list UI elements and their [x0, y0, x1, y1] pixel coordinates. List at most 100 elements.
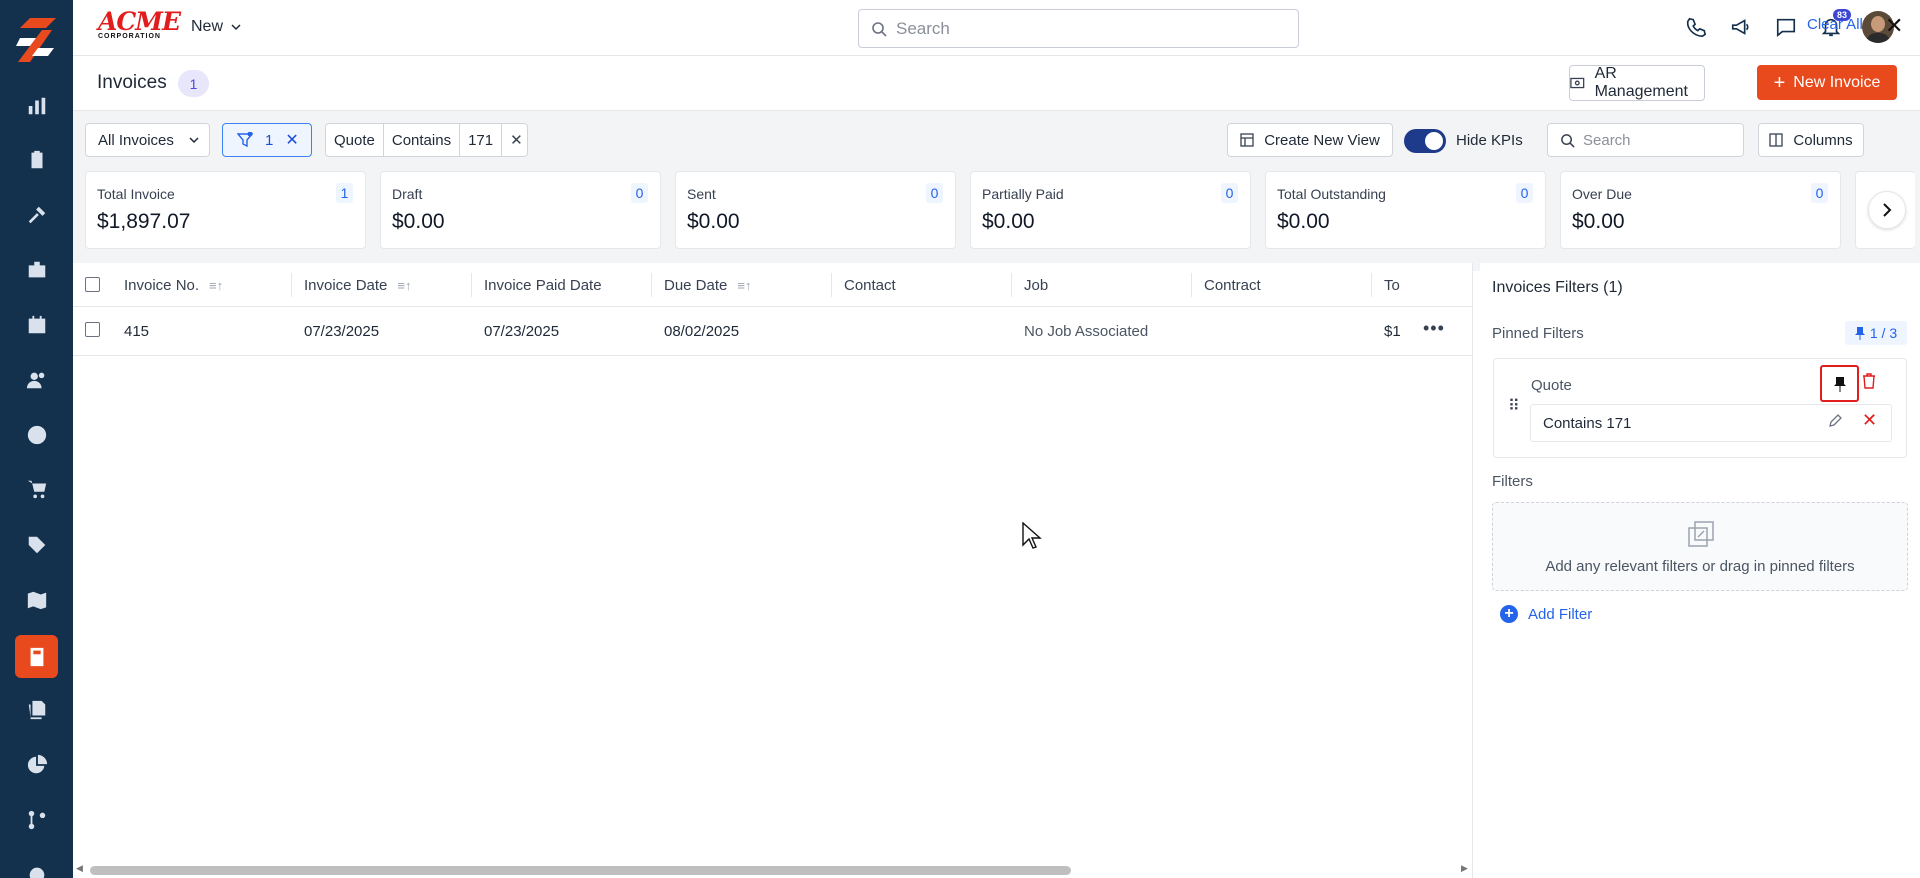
sidebar-item-contacts[interactable] [22, 365, 52, 395]
cart-icon [27, 480, 47, 499]
delete-filter-button[interactable] [1862, 373, 1876, 393]
kpi-card-over-due[interactable]: Over Due 0 $0.00 [1560, 171, 1841, 249]
chat-icon [1776, 18, 1796, 37]
remove-filter-icon[interactable]: ✕ [1862, 410, 1877, 431]
sort-icon[interactable]: ≡↑ [397, 278, 411, 293]
sidebar-item-settings[interactable] [22, 860, 52, 878]
kpi-card-partially-paid[interactable]: Partially Paid 0 $0.00 [970, 171, 1251, 249]
sort-icon[interactable]: ≡↑ [209, 278, 223, 293]
filters-dropzone[interactable]: Add any relevant filters or drag in pinn… [1492, 502, 1908, 591]
column-header-label: Job [1024, 277, 1049, 294]
app-logo-icon[interactable] [16, 18, 56, 62]
sort-icon[interactable]: ≡↑ [737, 278, 751, 293]
cell-invoice-no[interactable]: 415 [124, 323, 149, 340]
kpi-value: $0.00 [1277, 210, 1330, 233]
column-header-total[interactable]: To [1384, 277, 1400, 294]
pinned-count-label: 1 / 3 [1869, 325, 1898, 341]
horizontal-scrollbar[interactable]: ◀ ▶ [73, 861, 1472, 878]
edit-filter-button[interactable] [1828, 414, 1842, 432]
drag-handle-icon[interactable]: ⠿ [1508, 396, 1520, 416]
add-filter-button[interactable]: + Add Filter [1500, 605, 1592, 623]
column-header-contact[interactable]: Contact [844, 277, 896, 294]
table-search-input[interactable]: Search [1547, 123, 1744, 157]
kpi-card-total-outstanding[interactable]: Total Outstanding 0 $0.00 [1265, 171, 1546, 249]
sidebar-item-tasks[interactable] [22, 145, 52, 175]
hide-kpis-label: Hide KPIs [1456, 132, 1523, 149]
invoice-count-badge: 1 [178, 70, 209, 97]
search-icon [872, 21, 887, 37]
column-divider [1191, 273, 1192, 297]
kpi-count: 0 [631, 183, 648, 203]
column-header-contract[interactable]: Contract [1204, 277, 1261, 294]
sidebar-item-reports[interactable] [22, 91, 52, 121]
filters-panel-title: Invoices Filters (1) [1492, 279, 1623, 296]
company-logo-name: ACME [98, 7, 181, 36]
sidebar-item-invoices[interactable] [15, 635, 58, 678]
filter-count-label: 1 [265, 131, 274, 149]
kpi-card-total-invoice[interactable]: Total Invoice 1 $1,897.07 [85, 171, 366, 249]
kpi-count: 1 [336, 183, 353, 203]
row-actions-menu-icon[interactable]: ••• [1423, 318, 1445, 339]
company-logo[interactable]: ACME CORPORATION [98, 7, 181, 44]
chevron-right-icon [1883, 203, 1892, 217]
chip-remove-icon[interactable]: ✕ [502, 124, 531, 156]
new-invoice-label: New Invoice [1793, 73, 1881, 91]
ar-management-button[interactable]: AR Management [1569, 65, 1705, 101]
columns-label: Columns [1793, 131, 1853, 149]
columns-button[interactable]: Columns [1758, 123, 1864, 157]
sidebar-item-calendar[interactable] [22, 310, 52, 340]
announcements-button[interactable] [1727, 13, 1755, 41]
new-invoice-button[interactable]: + New Invoice [1757, 65, 1897, 100]
sidebar-item-analytics[interactable] [22, 750, 52, 780]
table-row[interactable]: 415 07/23/2025 07/23/2025 08/02/2025 No … [73, 308, 1472, 356]
top-bar: ACME CORPORATION New Search 83 [73, 0, 1920, 56]
column-header-job[interactable]: Job [1024, 277, 1048, 294]
select-all-checkbox[interactable] [85, 277, 100, 292]
kpi-value: $1,897.07 [97, 210, 191, 233]
column-header-due-date[interactable]: Due Date ≡↑ [664, 277, 751, 294]
sidebar-item-pricebook[interactable] [22, 530, 52, 560]
sidebar-item-workflows[interactable] [22, 805, 52, 835]
active-filter-chip[interactable]: Quote Contains 171 ✕ [325, 123, 528, 157]
create-view-button[interactable]: Create New View [1227, 123, 1393, 157]
kpi-count: 0 [926, 183, 943, 203]
table-grid-icon [1240, 133, 1254, 147]
hide-kpis-toggle[interactable] [1404, 129, 1446, 153]
new-menu-button[interactable]: New [191, 18, 242, 36]
row-checkbox[interactable] [85, 322, 100, 337]
sidebar-item-map[interactable] [22, 585, 52, 615]
column-header-label: Invoice No. [124, 277, 200, 294]
new-menu-label: New [191, 18, 224, 35]
cell-job: No Job Associated [1024, 323, 1149, 340]
filter-toggle-button[interactable]: 1 ✕ [222, 123, 312, 157]
column-header-invoice-paid-date[interactable]: Invoice Paid Date [484, 277, 602, 294]
filter-toolbar: All Invoices 1 ✕ Quote Contains 171 ✕ Cr… [73, 111, 1920, 271]
view-select-value: All Invoices [98, 131, 174, 149]
branch-icon [28, 810, 46, 830]
sidebar-item-jobs[interactable] [22, 255, 52, 285]
sidebar-item-documents[interactable] [22, 695, 52, 725]
column-header-invoice-date[interactable]: Invoice Date ≡↑ [304, 277, 411, 294]
kpi-card-draft[interactable]: Draft 0 $0.00 [380, 171, 661, 249]
scroll-left-arrow[interactable]: ◀ [76, 863, 83, 874]
clear-all-button[interactable]: Clear All [1807, 16, 1863, 33]
create-view-label: Create New View [1264, 131, 1380, 149]
kpi-count: 0 [1811, 183, 1828, 203]
kpi-label: Partially Paid [982, 186, 1064, 202]
calculator-icon [30, 647, 43, 666]
scroll-right-arrow[interactable]: ▶ [1461, 863, 1468, 874]
column-header-invoice-no[interactable]: Invoice No. ≡↑ [124, 277, 223, 294]
kpi-card-sent[interactable]: Sent 0 $0.00 [675, 171, 956, 249]
scrollbar-thumb[interactable] [90, 866, 1071, 875]
sidebar-item-tools[interactable] [22, 200, 52, 230]
global-search-input[interactable]: Search [858, 9, 1299, 48]
clear-filters-icon[interactable]: ✕ [285, 130, 298, 150]
close-panel-icon[interactable]: ✕ [1885, 13, 1903, 39]
view-select[interactable]: All Invoices [85, 123, 210, 157]
sidebar-item-timesheets[interactable] [22, 420, 52, 450]
unpin-button[interactable] [1820, 365, 1859, 402]
phone-button[interactable] [1682, 13, 1710, 41]
messages-button[interactable] [1772, 13, 1800, 41]
sidebar-item-purchasing[interactable] [22, 474, 52, 504]
kpi-next-button[interactable] [1868, 191, 1906, 229]
